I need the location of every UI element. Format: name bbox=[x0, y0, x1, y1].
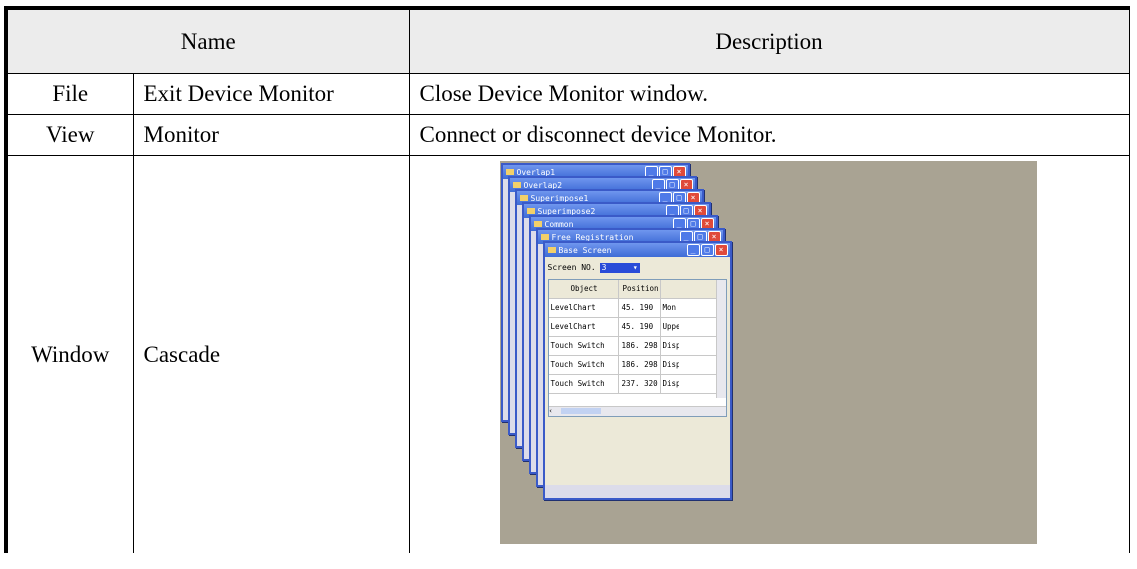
folder-icon bbox=[526, 208, 535, 214]
screen-no-value: 3 bbox=[601, 263, 607, 272]
category-cell: File bbox=[5, 73, 134, 115]
base-screen-window: Base Screen _ □ × Screen NO. 3 ▾ Object … bbox=[542, 241, 732, 500]
grid-cell: 186. 298 bbox=[619, 337, 661, 355]
command-table: Name Description File Exit Device Monito… bbox=[4, 6, 1130, 553]
grid-cell: LevelChart bbox=[549, 318, 619, 336]
grid-header: Object Position bbox=[548, 280, 726, 299]
category-cell: View bbox=[5, 114, 134, 156]
folder-icon bbox=[512, 182, 521, 188]
table-row: File Exit Device Monitor Close Device Mo… bbox=[5, 73, 1130, 115]
chevron-left-icon: ‹ bbox=[548, 407, 553, 415]
grid-row[interactable]: Touch Switch 237. 320 Disp bbox=[548, 375, 726, 394]
vertical-scrollbar[interactable] bbox=[715, 280, 726, 398]
grid-row[interactable]: LevelChart 45. 190 Uppe bbox=[548, 318, 726, 337]
grid-cell: 237. 320 bbox=[619, 375, 661, 393]
grid-cell: Disp bbox=[662, 360, 679, 369]
grid-cell: Disp bbox=[662, 341, 679, 350]
grid-cell: Touch Switch bbox=[549, 375, 619, 393]
grid-column-header: Position bbox=[619, 280, 661, 298]
category-cell: Window bbox=[5, 155, 134, 553]
grid-row[interactable]: LevelChart 45. 190 Mon bbox=[548, 299, 726, 318]
minimize-icon[interactable]: _ bbox=[686, 244, 700, 256]
grid-cell: LevelChart bbox=[549, 299, 619, 317]
grid-cell: 45. 190 bbox=[619, 299, 661, 317]
folder-icon bbox=[505, 169, 514, 175]
horizontal-scrollbar[interactable]: ‹ bbox=[548, 406, 726, 416]
grid-column-header bbox=[661, 280, 679, 298]
grid-cell: Uppe bbox=[662, 322, 679, 331]
description-cell: Close Device Monitor window. bbox=[408, 73, 1130, 115]
grid-row[interactable]: Touch Switch 186. 298 Disp bbox=[548, 337, 726, 356]
maximize-icon[interactable]: □ bbox=[700, 244, 714, 256]
table-row: View Monitor Connect or disconnect devic… bbox=[5, 114, 1130, 156]
scroll-thumb[interactable] bbox=[560, 408, 601, 414]
grid-column-header: Object bbox=[549, 280, 619, 298]
grid-cell: Touch Switch bbox=[549, 356, 619, 374]
grid-cell: Disp bbox=[662, 379, 679, 388]
chevron-down-icon: ▾ bbox=[632, 263, 638, 272]
grid-cell: 45. 190 bbox=[619, 318, 661, 336]
name-header: Name bbox=[5, 7, 410, 74]
description-cell: Connect or disconnect device Monitor. bbox=[408, 114, 1130, 156]
folder-icon bbox=[519, 195, 528, 201]
screen-no-label: Screen NO. bbox=[547, 263, 596, 272]
header-row: Name Description bbox=[5, 7, 1130, 74]
grid-row[interactable]: Touch Switch 186. 298 Disp bbox=[548, 356, 726, 375]
folder-icon bbox=[547, 247, 556, 253]
grid-cell: Mon bbox=[662, 303, 677, 312]
table-row: Window Cascade Overlap1 _ □ × Overlap2 _ □ × Sup… bbox=[5, 155, 1130, 553]
description-header: Description bbox=[408, 7, 1130, 74]
grid-cell: Touch Switch bbox=[549, 337, 619, 355]
command-cell: Monitor bbox=[132, 114, 410, 156]
screen-no-select[interactable]: 3 ▾ bbox=[599, 262, 640, 273]
command-cell: Cascade bbox=[132, 155, 410, 553]
object-grid: Object Position LevelChart 45. 190 Mon L… bbox=[547, 279, 727, 417]
window-title: Base Screen bbox=[558, 245, 612, 255]
window-titlebar: Base Screen _ □ × bbox=[544, 243, 730, 257]
grid-cell: 186. 298 bbox=[619, 356, 661, 374]
folder-icon bbox=[540, 234, 549, 240]
cascade-screenshot: Overlap1 _ □ × Overlap2 _ □ × Superimpose1 _ □ × Sup… bbox=[499, 161, 1037, 544]
screenshot-cell: Overlap1 _ □ × Overlap2 _ □ × Superimpose1 _ □ × Sup… bbox=[408, 155, 1130, 553]
folder-icon bbox=[533, 221, 542, 227]
close-icon[interactable]: × bbox=[714, 244, 728, 256]
command-cell: Exit Device Monitor bbox=[132, 73, 410, 115]
